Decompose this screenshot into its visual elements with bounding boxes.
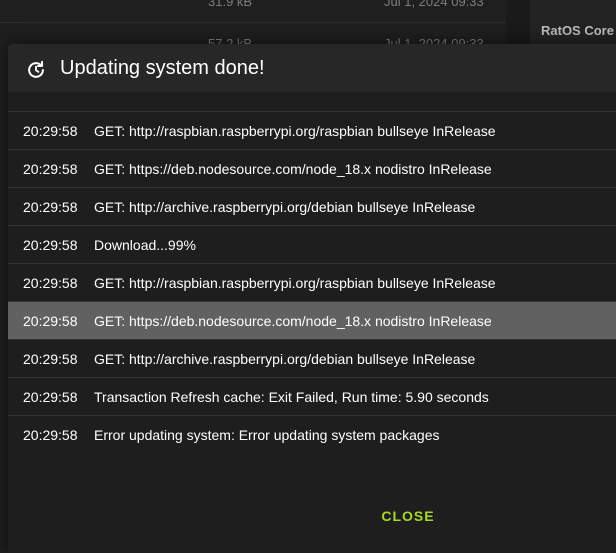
- log-timestamp: 20:29:58: [23, 275, 78, 291]
- update-dialog: Updating system done! 20:29:58 GET: http:…: [8, 44, 616, 553]
- log-message: Error updating system: Error updating sy…: [94, 427, 440, 443]
- log-row[interactable]: 20:29:58 Transaction Refresh cache: Exit …: [8, 378, 616, 416]
- log-message: GET: http://raspbian.raspberrypi.org/ras…: [94, 275, 496, 291]
- log-message: GET: http://raspbian.raspberrypi.org/ras…: [94, 123, 496, 139]
- log-list[interactable]: 20:29:58 GET: http://raspbian.raspberrypi…: [8, 112, 616, 453]
- dialog-header: Updating system done!: [8, 44, 616, 92]
- log-row[interactable]: 20:29:58 GET: http://archive.raspberrypi.…: [8, 188, 616, 226]
- background-file-size: 31.9 kB: [208, 0, 253, 9]
- log-timestamp: 20:29:58: [23, 199, 78, 215]
- dialog-title: Updating system done!: [60, 57, 265, 79]
- log-message: GET: http://archive.raspberrypi.org/debi…: [94, 199, 476, 215]
- background-side-panel-title: RatOS Core: [541, 23, 614, 38]
- log-timestamp: 20:29:58: [23, 123, 78, 139]
- log-row[interactable]: 20:29:58 Error updating system: Error upd…: [8, 416, 616, 453]
- background-file-date: Jul 1, 2024 09:33: [384, 0, 484, 9]
- log-timestamp: 20:29:58: [23, 313, 78, 329]
- log-message: GET: http://archive.raspberrypi.org/debi…: [94, 351, 476, 367]
- log-row[interactable]: 20:29:58 GET: https://deb.nodesource.com/…: [8, 302, 616, 340]
- log-timestamp: 20:29:58: [23, 351, 78, 367]
- log-row[interactable]: 20:29:58 GET: http://archive.raspberrypi.…: [8, 340, 616, 378]
- refresh-icon: [25, 59, 47, 81]
- log-row[interactable]: 20:29:58 GET: http://raspbian.raspberrypi…: [8, 264, 616, 302]
- close-button[interactable]: CLOSE: [373, 502, 443, 530]
- log-message: GET: https://deb.nodesource.com/node_18.…: [94, 161, 492, 177]
- log-message: Transaction Refresh cache: Exit Failed, …: [94, 389, 489, 405]
- log-timestamp: 20:29:58: [23, 161, 78, 177]
- background-row-divider: [0, 22, 506, 23]
- log-timestamp: 20:29:58: [23, 389, 78, 405]
- log-row[interactable]: 20:29:58 Download...99%: [8, 226, 616, 264]
- log-timestamp: 20:29:58: [23, 237, 78, 253]
- log-row[interactable]: 20:29:58 GET: http://raspbian.raspberrypi…: [8, 112, 616, 150]
- log-message: Download...99%: [94, 237, 196, 253]
- log-message: GET: https://deb.nodesource.com/node_18.…: [94, 313, 492, 329]
- log-row[interactable]: 20:29:58 GET: https://deb.nodesource.com/…: [8, 150, 616, 188]
- log-timestamp: 20:29:58: [23, 427, 78, 443]
